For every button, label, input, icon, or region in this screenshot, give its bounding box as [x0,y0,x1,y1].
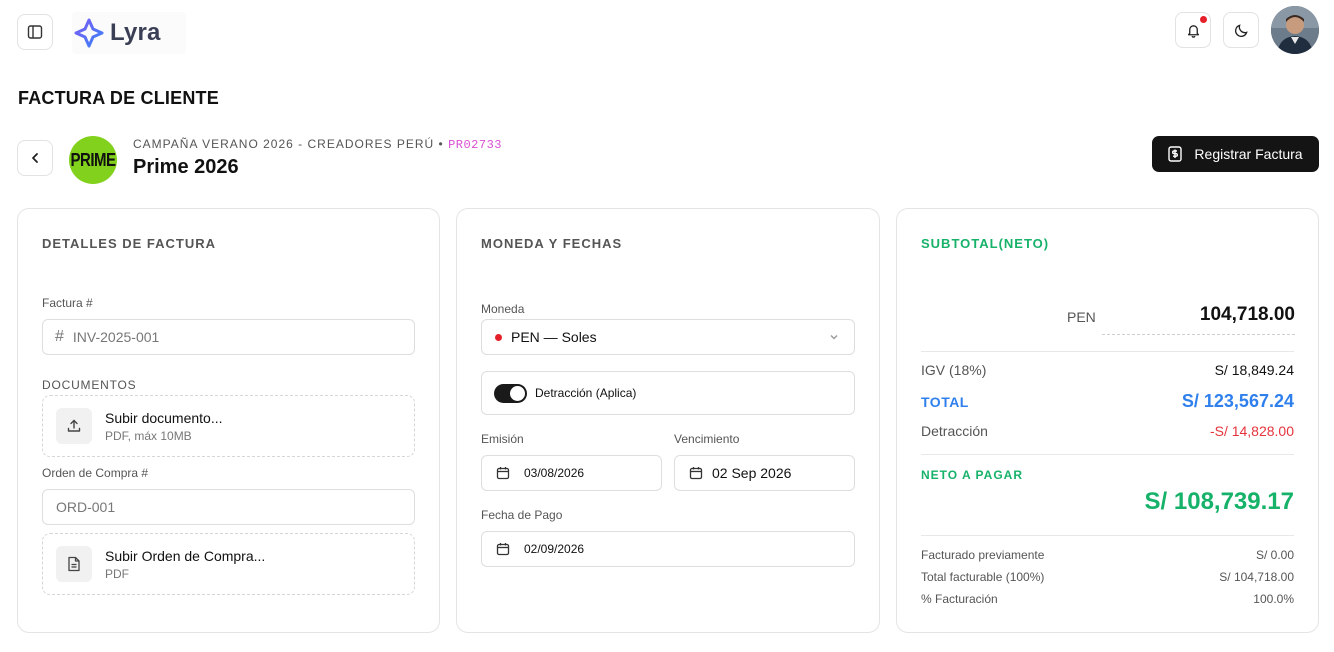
calendar-icon [689,467,703,480]
due-date-label: Vencimiento [674,432,740,446]
notification-dot [1200,16,1207,23]
page-title: FACTURA DE CLIENTE [18,88,219,108]
currency-selected-value: PEN — Soles [511,329,597,345]
detraction-toggle-row: Detracción (Aplica) [481,371,855,415]
due-date-value: 02 Sep 2026 [712,465,792,481]
billable-total-label: Total facturable (100%) [921,570,1045,584]
lyra-logo-icon [74,18,104,48]
billable-total-value: S/ 104,718.00 [1219,570,1294,584]
calendar-icon [496,467,510,480]
user-avatar[interactable] [1271,6,1319,54]
billing-percentage-label: % Facturación [921,592,998,606]
total-row: TOTAL S/ 123,567.24 [921,391,1294,412]
net-label: NETO A PAGAR [921,468,1024,482]
chevron-left-icon [32,153,38,163]
subtotal-input[interactable]: 104,718.00 [1102,301,1295,335]
previously-billed-row: Facturado previamente S/ 0.00 [921,548,1294,562]
campaign-separator: • [434,137,449,151]
summary-card: SUBTOTAL(NETO) PEN 104,718.00 IGV (18%) … [896,208,1319,633]
payment-date-input[interactable]: 02/09/2026 [481,531,855,567]
project-name: Prime 2026 [133,156,239,178]
net-value: S/ 108,739.17 [1144,488,1294,515]
toggle-knob [510,385,525,401]
documents-label: DOCUMENTOS [42,378,137,392]
detraction-toggle-label: Detracción (Aplica) [535,386,637,400]
bell-icon [1187,24,1199,38]
po-number-label: Orden de Compra # [42,466,149,480]
po-number-input[interactable]: ORD-001 [42,489,415,525]
upload-document-hint: PDF, máx 10MB [105,428,192,443]
currency-dates-card: MONEDA Y FECHAS Moneda PEN — Soles Detra… [456,208,880,633]
detraction-label: Detracción [921,423,988,439]
moon-icon [1234,23,1248,37]
document-icon [68,556,80,572]
emission-date-input[interactable]: 03/08/2026 [481,455,662,491]
theme-toggle-button[interactable] [1223,12,1259,48]
app-logo[interactable]: Lyra [72,12,186,54]
upload-icon-box [56,408,92,444]
due-date-input[interactable]: 02 Sep 2026 [674,455,855,491]
billable-total-row: Total facturable (100%) S/ 104,718.00 [921,570,1294,584]
currency-flag-dot [495,333,502,341]
upload-po-dropzone[interactable]: Subir Orden de Compra... PDF [42,533,415,595]
notifications-button[interactable] [1175,12,1211,48]
detraction-toggle[interactable] [494,383,527,403]
summary-divider [921,454,1294,455]
emission-date-label: Emisión [481,432,524,446]
previously-billed-value: S/ 0.00 [1255,548,1294,562]
invoice-details-card: DETALLES DE FACTURA Factura # # INV-2025… [17,208,440,633]
chevron-down-icon [830,335,838,340]
upload-icon [67,419,81,432]
brand-logo-text: PRIME [70,149,116,171]
register-invoice-button[interactable]: Registrar Factura [1152,136,1319,172]
upload-po-title: Subir Orden de Compra... [105,547,266,564]
upload-document-title: Subir documento... [105,409,223,426]
campaign-name: CAMPAÑA VERANO 2026 - CREADORES PERÚ [133,137,435,151]
invoice-number-label: Factura # [42,296,93,310]
currency-dates-title: MONEDA Y FECHAS [481,236,623,251]
document-icon-box [56,546,92,582]
summary-divider [921,351,1294,352]
hash-icon: # [55,328,64,345]
previously-billed-label: Facturado previamente [921,548,1045,562]
currency-select[interactable]: PEN — Soles [481,319,855,355]
avatar-image [1271,6,1319,54]
campaign-line: CAMPAÑA VERANO 2026 - CREADORES PERÚ • P… [133,137,502,152]
subtotal-currency-code: PEN [1067,309,1096,325]
campaign-code[interactable]: PR02733 [448,138,502,152]
logo-text: Lyra [110,19,161,46]
upload-po-hint: PDF [105,566,129,581]
detraction-value: -S/ 14,828.00 [1209,423,1294,439]
register-invoice-label: Registrar Factura [1194,146,1303,162]
back-button[interactable] [17,140,53,176]
detraction-row: Detracción -S/ 14,828.00 [921,423,1294,439]
calendar-icon [496,543,510,556]
sidebar-toggle-button[interactable] [17,14,53,50]
upload-document-dropzone[interactable]: Subir documento... PDF, máx 10MB [42,395,415,457]
payment-date-label: Fecha de Pago [481,508,563,522]
igv-value: S/ 18,849.24 [1214,362,1294,378]
po-number-placeholder: ORD-001 [56,499,116,515]
brand-logo: PRIME [69,136,117,184]
igv-label: IGV (18%) [921,362,987,378]
invoice-number-input[interactable]: # INV-2025-001 [42,319,415,355]
emission-date-value: 03/08/2026 [524,466,585,480]
billing-percentage-value: 100.0% [1253,592,1294,606]
billing-percentage-row: % Facturación 100.0% [921,592,1294,606]
invoice-details-title: DETALLES DE FACTURA [42,236,217,251]
subtotal-value: 104,718.00 [1199,304,1295,325]
igv-row: IGV (18%) S/ 18,849.24 [921,362,1294,378]
invoice-dollar-icon [1168,146,1183,162]
sidebar-toggle-icon [27,25,43,39]
summary-title: SUBTOTAL(NETO) [921,236,1050,251]
invoice-number-placeholder: INV-2025-001 [72,329,160,345]
total-value: S/ 123,567.24 [1181,391,1294,411]
total-label: TOTAL [921,393,969,410]
summary-divider [921,535,1294,536]
payment-date-value: 02/09/2026 [524,542,585,556]
currency-label: Moneda [481,302,525,316]
